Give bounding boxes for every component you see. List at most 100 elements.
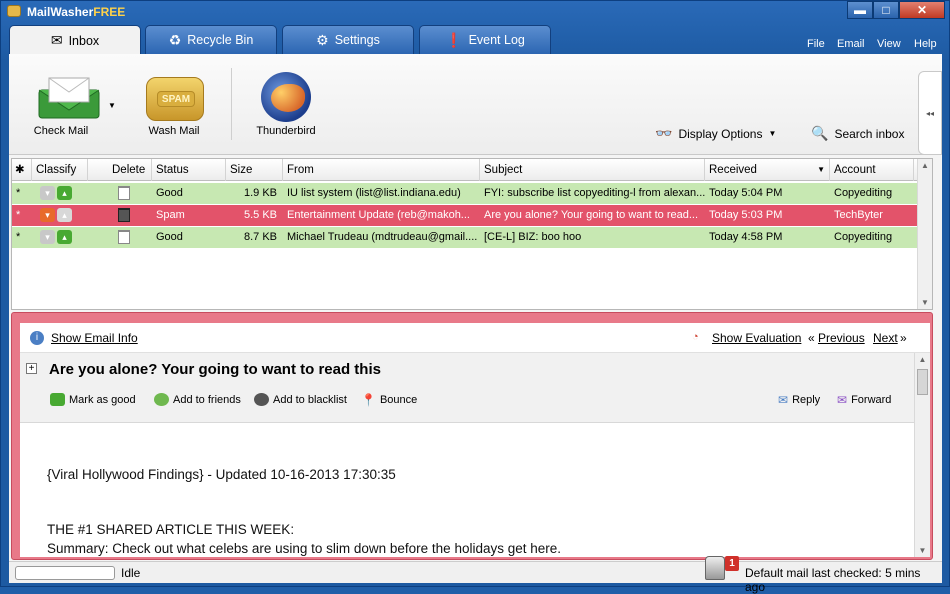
delete-checked-icon[interactable] <box>118 208 130 222</box>
show-evaluation-link[interactable]: Show Evaluation <box>712 331 801 345</box>
delete-checkbox-icon[interactable] <box>118 230 130 244</box>
thumbs-down-icon[interactable]: ▾ <box>40 230 55 244</box>
maximize-button[interactable]: □ <box>873 1 899 19</box>
tab-label: Settings <box>334 33 380 47</box>
spam-badge: SPAM <box>157 91 195 107</box>
classify-all-icon[interactable]: ✱ <box>12 159 32 181</box>
email-list-scrollbar[interactable]: ▲ ▼ <box>917 159 932 309</box>
thumbs-up-icon[interactable]: ▴ <box>57 230 72 244</box>
check-mail-button[interactable]: Check Mail <box>17 54 105 150</box>
expand-header-icon[interactable]: + <box>26 363 37 374</box>
search-icon: 🔍 <box>811 125 829 141</box>
check-mail-icon <box>38 77 100 119</box>
forward-button[interactable]: ✉ Forward <box>837 393 891 407</box>
blacklist-icon <box>254 393 269 406</box>
thumbs-up-icon <box>50 393 65 406</box>
message-scrollbar[interactable]: ▲ ▼ <box>914 353 930 557</box>
scroll-up-icon[interactable]: ▲ <box>918 161 932 170</box>
reply-label: Reply <box>792 394 821 406</box>
thumbs-up-icon[interactable]: ▴ <box>57 208 72 222</box>
bounce-button[interactable]: 📍 Bounce <box>361 393 417 407</box>
tab-settings[interactable]: ⚙ Settings <box>282 25 414 54</box>
scroll-thumb[interactable] <box>917 369 928 395</box>
thunderbird-label: Thunderbird <box>256 125 316 137</box>
received-label: Received <box>709 164 757 176</box>
classify-buttons: ▾ ▴ <box>40 230 74 245</box>
gear-icon: ⚙ <box>316 31 329 48</box>
delete-checkbox-icon[interactable] <box>118 186 130 200</box>
main-content: Check Mail ▼ SPAM Wash Mail Thunderbird … <box>9 54 942 561</box>
reply-icon: ✉ <box>778 393 789 407</box>
previous-link[interactable]: Previous <box>818 331 865 345</box>
search-inbox-button[interactable]: 🔍 Search inbox <box>811 125 904 142</box>
check-mail-dropdown-icon[interactable]: ▼ <box>108 101 116 110</box>
thumbs-up-icon[interactable]: ▴ <box>57 186 72 200</box>
app-name: MailWasher <box>27 5 94 19</box>
mailwasher-logo-icon <box>7 5 21 17</box>
recycle-icon: ♻ <box>168 31 182 48</box>
email-status: Spam <box>156 209 185 221</box>
scroll-down-icon[interactable]: ▼ <box>918 298 932 307</box>
email-row[interactable]: * ▾ ▴ Good 1.9 KB IU list system (list@l… <box>12 183 918 204</box>
wash-mail-button[interactable]: SPAM Wash Mail <box>134 54 214 150</box>
scroll-up-icon[interactable]: ▲ <box>915 355 930 364</box>
side-panel-toggle[interactable]: ◂◂ <box>918 71 942 155</box>
add-to-friends-button[interactable]: Add to friends <box>154 393 241 406</box>
reply-button[interactable]: ✉ Reply <box>778 393 820 407</box>
column-size[interactable]: Size <box>226 159 283 181</box>
email-from: Entertainment Update (reb@makoh... <box>287 209 470 221</box>
scroll-down-icon[interactable]: ▼ <box>915 546 930 555</box>
body-line: Summary: Check out what celebs are using… <box>47 541 562 556</box>
email-account: TechByter <box>834 209 883 221</box>
mark-as-good-button[interactable]: Mark as good <box>50 393 136 406</box>
column-delete[interactable]: Delete <box>88 159 152 181</box>
bounce-icon: 📍 <box>361 393 376 407</box>
column-classify[interactable]: Classify <box>32 159 88 181</box>
tab-inbox[interactable]: ✉ Inbox <box>9 25 141 55</box>
add-to-blacklist-button[interactable]: Add to blacklist <box>254 393 347 406</box>
thunderbird-button[interactable]: Thunderbird <box>249 54 323 150</box>
friends-icon <box>154 393 169 406</box>
preview-info-bar: i Show Email Info ◔ Show Evaluation « Pr… <box>20 323 930 353</box>
message-subject: Are you alone? Your going to want to rea… <box>49 361 381 378</box>
minimize-button[interactable]: ▬ <box>847 1 873 19</box>
toolbar-ribbon: Check Mail ▼ SPAM Wash Mail Thunderbird … <box>9 54 942 155</box>
menu-file[interactable]: File <box>807 38 825 50</box>
app-title: MailWasherFREE <box>27 5 125 19</box>
title-bar: MailWasherFREE ▬ □ ✕ <box>1 1 949 23</box>
tab-recycle-bin[interactable]: ♻ Recycle Bin <box>145 25 277 54</box>
menu-help[interactable]: Help <box>914 38 937 50</box>
menu-view[interactable]: View <box>877 38 901 50</box>
column-received[interactable]: Received ▼ <box>705 159 830 181</box>
show-email-info-link[interactable]: Show Email Info <box>51 331 138 345</box>
next-link[interactable]: Next <box>873 331 898 345</box>
tab-event-log[interactable]: ❗ Event Log <box>419 25 551 54</box>
display-options-label: Display Options <box>678 126 763 141</box>
forward-icon: ✉ <box>837 393 848 407</box>
wash-mail-icon: SPAM <box>146 77 204 121</box>
recycle-bin-icon[interactable] <box>705 556 725 580</box>
column-status[interactable]: Status <box>152 159 226 181</box>
column-from[interactable]: From <box>283 159 480 181</box>
app-window: MailWasherFREE ▬ □ ✕ ✉ Inbox ♻ Recycle B… <box>0 0 950 594</box>
email-size: 1.9 KB <box>243 187 277 199</box>
email-row[interactable]: * ▾ ▴ Good 8.7 KB Michael Trudeau (mdtru… <box>12 227 918 248</box>
close-button[interactable]: ✕ <box>899 1 945 19</box>
thumbs-down-icon[interactable]: ▾ <box>40 186 55 200</box>
body-line: {Viral Hollywood Findings} - Updated 10-… <box>47 467 396 482</box>
column-account[interactable]: Account <box>830 159 914 181</box>
app-edition: FREE <box>93 5 126 19</box>
wash-mail-label: Wash Mail <box>148 125 200 137</box>
thumbs-down-icon[interactable]: ▾ <box>40 208 55 222</box>
evaluation-gauge-icon: ◔ <box>692 331 699 343</box>
classify-buttons: ▾ ▴ <box>40 186 74 201</box>
check-mail-label: Check Mail <box>33 125 89 137</box>
display-options-button[interactable]: 👓 Display Options ▼ <box>655 125 776 142</box>
email-row[interactable]: * ▾ ▴ Spam 5.5 KB Entertainment Update (… <box>12 205 918 226</box>
classify-buttons: ▾ ▴ <box>40 208 74 223</box>
menu-email[interactable]: Email <box>837 38 865 50</box>
email-subject: [CE-L] BIZ: boo hoo <box>484 231 582 243</box>
column-subject[interactable]: Subject <box>480 159 705 181</box>
next-arrow-icon: » <box>900 331 907 345</box>
